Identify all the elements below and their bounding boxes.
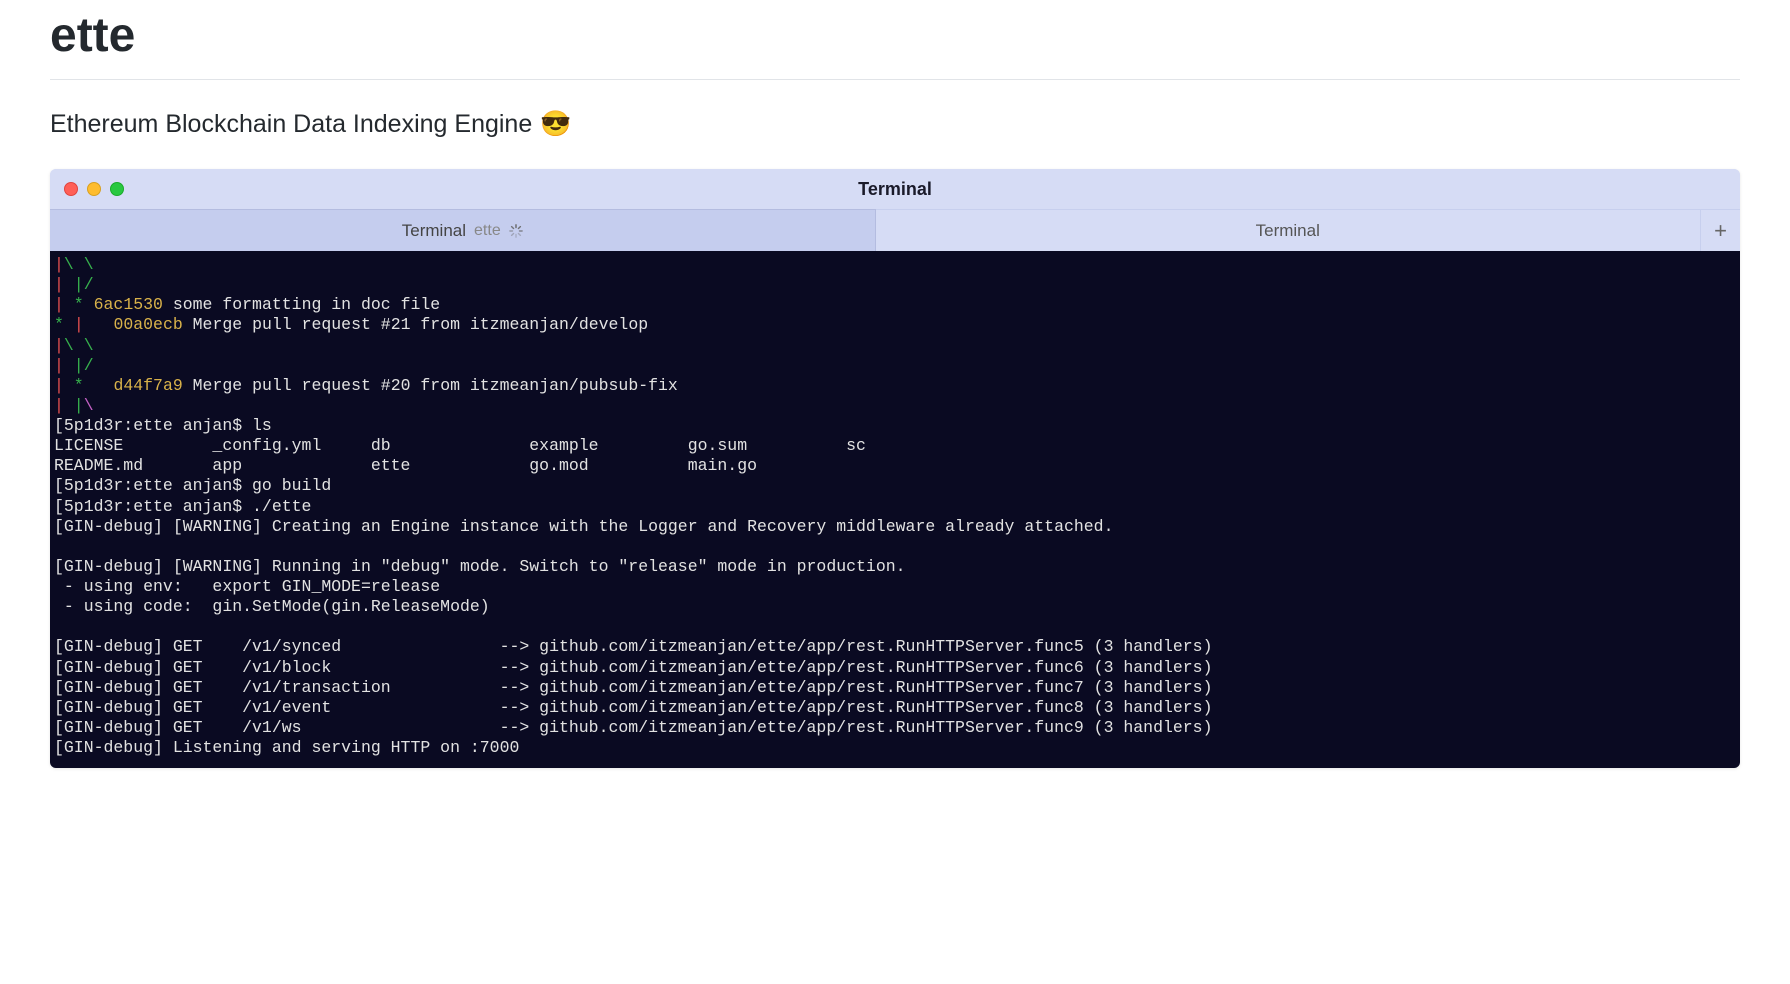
graph-char: \ \ [64,255,94,274]
add-tab-button[interactable]: + [1700,209,1740,251]
shell-line: [5p1d3r:ette anjan$ go build [54,476,331,495]
terminal-output: |\ \ | |/ | * 6ac1530 some formatting in… [50,251,1740,768]
graph-char: |/ [64,356,94,375]
tab-terminal-2[interactable]: Terminal [876,209,1701,251]
shell-line: [5p1d3r:ette anjan$ ./ette [54,497,311,516]
gin-route: [GIN-debug] GET /v1/block --> github.com… [54,658,1213,677]
page-title: ette [50,8,1740,80]
tab-bar: Terminal ette Terminal + [50,209,1740,251]
graph-char: \ [84,396,94,415]
graph-char: | [54,376,64,395]
shell-line: [5p1d3r:ette anjan$ ls [54,416,272,435]
graph-char: | [74,315,94,334]
minimize-icon[interactable] [87,182,101,196]
graph-char: |/ [64,275,94,294]
tab-terminal-1[interactable]: Terminal ette [50,209,876,251]
tab-label: Terminal [402,221,466,241]
graph-char: | [54,295,64,314]
graph-char: | [54,336,64,355]
gin-route: [GIN-debug] GET /v1/ws --> github.com/it… [54,718,1213,737]
titlebar: Terminal [50,169,1740,209]
sunglasses-emoji: 😎 [540,110,571,139]
graph-char: | [54,275,64,294]
gin-line: [GIN-debug] [WARNING] Creating an Engine… [54,517,1113,536]
gin-line: [GIN-debug] [WARNING] Running in "debug"… [54,557,906,576]
gin-route: [GIN-debug] GET /v1/transaction --> gith… [54,678,1213,697]
subtitle-text: Ethereum Blockchain Data Indexing Engine [50,110,532,139]
graph-char: | [54,255,64,274]
gin-line: - using code: gin.SetMode(gin.ReleaseMod… [54,597,490,616]
window-title: Terminal [858,179,932,200]
commit-hash: 6ac1530 [94,295,163,314]
commit-msg: Merge pull request #20 from itzmeanjan/p… [193,376,678,395]
loading-spinner-icon [509,224,523,238]
ls-output: README.md app ette go.mod main.go [54,456,757,475]
graph-char: * [64,376,84,395]
graph-char: * [54,315,74,334]
gin-route: [GIN-debug] GET /v1/synced --> github.co… [54,637,1213,656]
gin-line: - using env: export GIN_MODE=release [54,577,440,596]
commit-msg: Merge pull request #21 from itzmeanjan/d… [193,315,648,334]
ls-output: LICENSE _config.yml db example go.sum sc [54,436,866,455]
graph-char: | [64,396,84,415]
graph-char: | [54,396,64,415]
terminal-window: Terminal Terminal ette Terminal + |\ \ |… [50,169,1740,768]
traffic-lights [64,182,124,196]
commit-hash: d44f7a9 [113,376,182,395]
commit-hash: 00a0ecb [113,315,182,334]
tab-process: ette [474,222,501,240]
graph-char: \ \ [64,336,94,355]
tab-label: Terminal [1256,221,1320,241]
page-subtitle: Ethereum Blockchain Data Indexing Engine… [50,110,1740,139]
gin-route: [GIN-debug] GET /v1/event --> github.com… [54,698,1213,717]
commit-msg: some formatting in doc file [173,295,440,314]
gin-listen: [GIN-debug] Listening and serving HTTP o… [54,738,519,757]
graph-char: * [64,295,84,314]
maximize-icon[interactable] [110,182,124,196]
close-icon[interactable] [64,182,78,196]
graph-char: | [54,356,64,375]
